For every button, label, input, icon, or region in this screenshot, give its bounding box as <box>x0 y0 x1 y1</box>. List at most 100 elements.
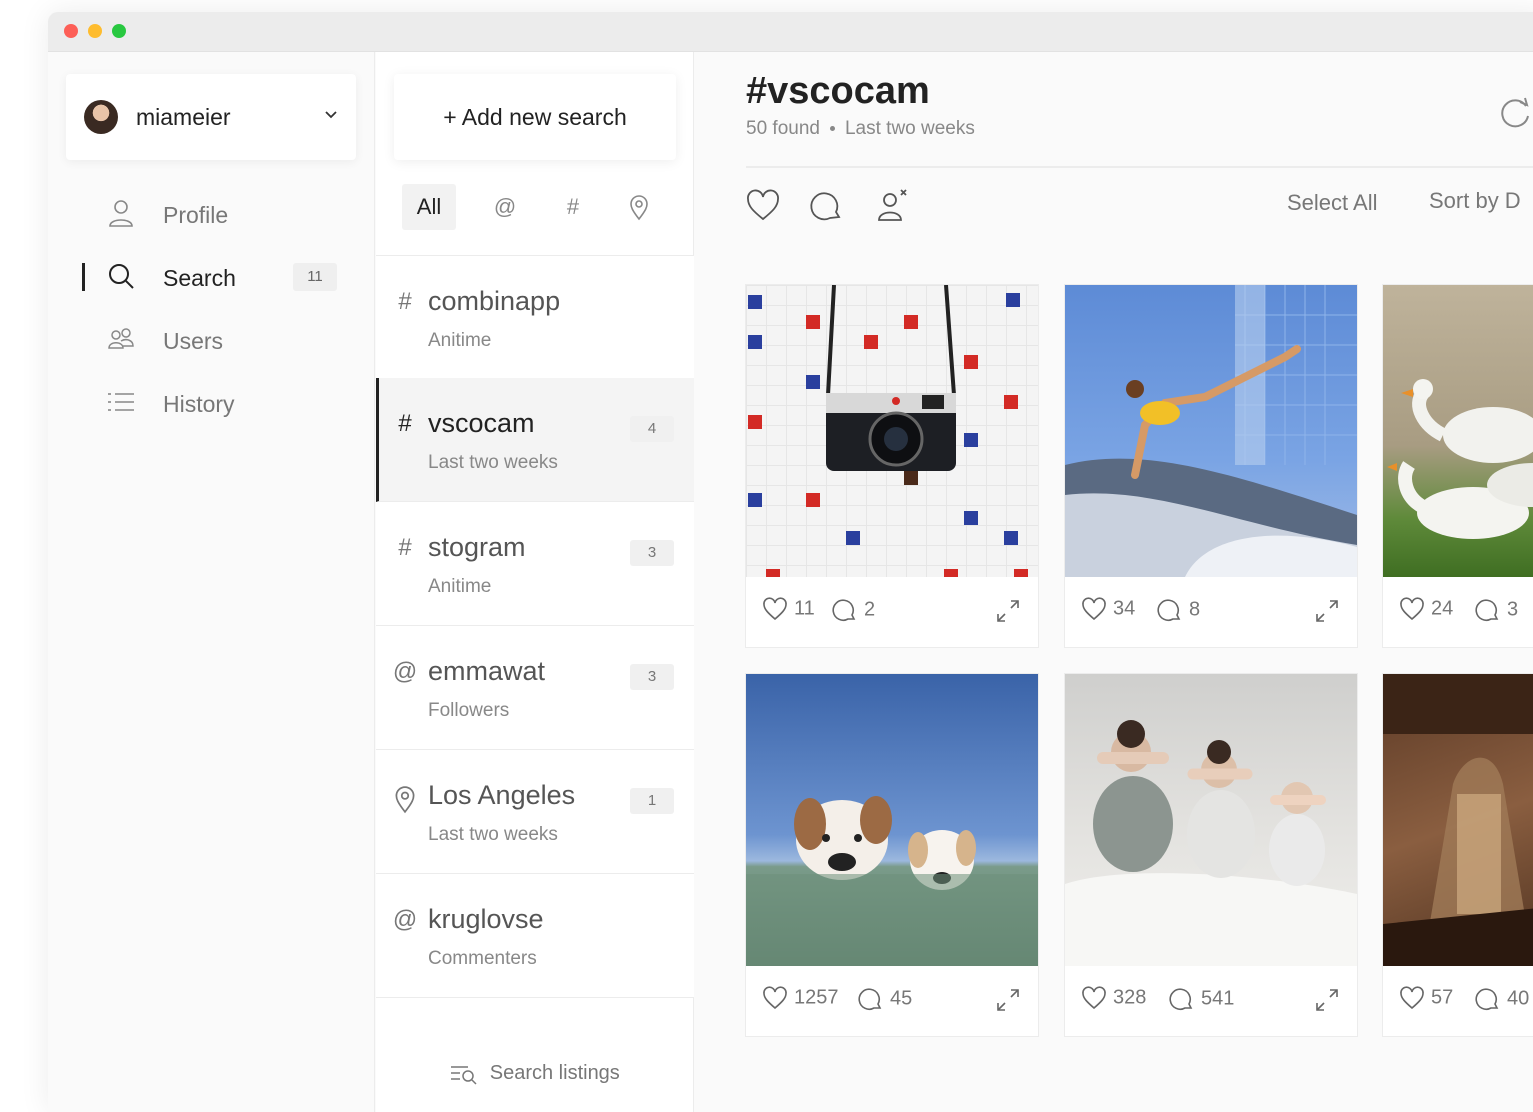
sidebar-item-users[interactable]: Users <box>48 308 375 371</box>
filter-tab-all[interactable]: All <box>402 184 456 230</box>
filter-tab-mentions[interactable]: @ <box>480 184 530 230</box>
search-item-subtitle: Anitime <box>428 576 492 597</box>
vintage-room-illustration <box>1383 674 1533 966</box>
post-card-footer: 1257 45 <box>746 966 1038 1036</box>
post-photo-geese[interactable] <box>1383 285 1533 577</box>
search-item-kruglovse[interactable]: @ kruglovse Commenters <box>376 874 694 998</box>
search-item-emmawat[interactable]: @ emmawat Followers 3 <box>376 626 694 750</box>
results-panel: #vscocam 50 found Last two weeks Select A… <box>695 52 1533 1112</box>
sidebar-item-history[interactable]: History <box>48 371 375 434</box>
at-icon: @ <box>392 906 418 933</box>
account-switcher[interactable]: miameier <box>66 74 356 160</box>
maximize-window-button[interactable] <box>112 24 126 38</box>
comment-icon <box>858 988 882 1011</box>
search-item-combinapp[interactable]: # combinapp Anitime <box>376 256 694 380</box>
search-item-los-angeles[interactable]: Los Angeles Last two weeks 1 <box>376 750 694 874</box>
post-card[interactable]: 328 541 <box>1064 673 1358 1037</box>
like-count[interactable]: 57 <box>1399 986 1453 1010</box>
search-item-subtitle: Anitime <box>428 330 492 351</box>
comment-icon <box>832 599 856 622</box>
avatar <box>84 100 118 134</box>
search-item-title: emmawat <box>428 656 546 686</box>
search-count-badge: 11 <box>293 263 337 291</box>
search-item-title: Los Angeles <box>428 780 576 810</box>
comment-icon <box>1169 988 1193 1011</box>
meta-separator <box>829 126 835 132</box>
results-period: Last two weeks <box>844 118 975 139</box>
sidebar-item-profile[interactable]: Profile <box>48 182 375 245</box>
refresh-icon[interactable] <box>1498 96 1532 130</box>
post-card[interactable]: 1257 45 <box>745 673 1039 1037</box>
post-photo-dogs[interactable] <box>746 674 1038 966</box>
comment-count[interactable]: 8 <box>1157 597 1200 623</box>
like-count[interactable]: 11 <box>762 597 815 621</box>
post-photo-diver[interactable] <box>1065 285 1357 577</box>
comment-icon <box>1475 599 1499 622</box>
chevron-down-icon <box>325 111 337 119</box>
active-indicator <box>82 263 85 291</box>
sidebar-item-search[interactable]: Search 11 <box>48 245 375 308</box>
add-new-search-button[interactable]: + Add new search <box>394 74 676 160</box>
filter-tab-locations[interactable] <box>614 184 664 230</box>
hashtag-icon: # <box>398 534 412 561</box>
select-all-button[interactable]: Select All <box>1287 190 1378 216</box>
sidebar-item-label: Users <box>163 328 224 354</box>
hashtag-icon: # <box>398 410 412 437</box>
post-card-footer: 24 3 <box>1383 577 1533 647</box>
comment-count[interactable]: 2 <box>832 597 875 623</box>
expand-icon[interactable] <box>994 597 1022 625</box>
like-all-icon[interactable] <box>745 188 781 224</box>
comment-icon[interactable] <box>809 188 845 224</box>
comment-count[interactable]: 45 <box>858 986 912 1012</box>
results-count: 50 found <box>746 118 820 139</box>
list-icon <box>108 393 134 411</box>
filter-tab-hashtags[interactable]: # <box>548 184 598 230</box>
page-title: #vscocam <box>746 70 930 112</box>
search-item-title: kruglovse <box>428 904 544 934</box>
post-photo-vintage-room[interactable] <box>1383 674 1533 966</box>
title-bar <box>48 12 1533 52</box>
post-card[interactable]: 57 40 <box>1382 673 1533 1037</box>
comment-count[interactable]: 3 <box>1475 597 1518 623</box>
search-listings-link[interactable]: Search listings <box>376 1062 694 1085</box>
search-icon <box>109 264 134 289</box>
expand-icon[interactable] <box>994 986 1022 1014</box>
comment-icon <box>1157 599 1181 622</box>
post-card[interactable]: 34 8 <box>1064 284 1358 648</box>
expand-icon[interactable] <box>1313 597 1341 625</box>
diver-illustration <box>1065 285 1357 577</box>
search-item-count: 1 <box>630 788 674 814</box>
minimize-window-button[interactable] <box>88 24 102 38</box>
sidebar: miameier Profile Search 11 Users History <box>48 52 375 1112</box>
post-photo-family[interactable] <box>1065 674 1357 966</box>
heart-icon <box>1400 597 1424 621</box>
like-count[interactable]: 24 <box>1399 597 1453 621</box>
search-listings-label: Search listings <box>489 1062 620 1084</box>
location-pin-icon <box>630 195 648 221</box>
post-card[interactable]: 24 3 <box>1382 284 1533 648</box>
heart-icon <box>763 597 787 621</box>
close-window-button[interactable] <box>64 24 78 38</box>
search-item-stogram[interactable]: # stogram Anitime 3 <box>376 502 694 626</box>
search-item-title: combinapp <box>428 286 561 316</box>
results-meta: 50 found Last two weeks <box>746 118 975 140</box>
post-card-footer: 328 541 <box>1065 966 1357 1036</box>
like-count[interactable]: 34 <box>1081 597 1135 621</box>
post-card[interactable]: 11 2 <box>745 284 1039 648</box>
unfollow-user-icon[interactable] <box>875 188 911 224</box>
sort-by-dropdown[interactable]: Sort by D <box>1429 188 1521 214</box>
search-item-subtitle: Last two weeks <box>428 824 558 845</box>
comment-icon <box>1475 988 1499 1011</box>
comment-count[interactable]: 40 <box>1475 986 1529 1012</box>
expand-icon[interactable] <box>1313 986 1341 1014</box>
comment-count[interactable]: 541 <box>1169 986 1234 1012</box>
heart-icon <box>763 986 787 1010</box>
location-pin-icon <box>395 786 415 814</box>
post-card-footer: 11 2 <box>746 577 1038 647</box>
search-list-icon <box>451 1065 477 1085</box>
like-count[interactable]: 1257 <box>762 986 839 1010</box>
post-photo-camera[interactable] <box>746 285 1038 577</box>
users-icon <box>108 328 134 349</box>
search-item-vscocam[interactable]: # vscocam Last two weeks 4 <box>376 378 694 502</box>
like-count[interactable]: 328 <box>1081 986 1146 1010</box>
